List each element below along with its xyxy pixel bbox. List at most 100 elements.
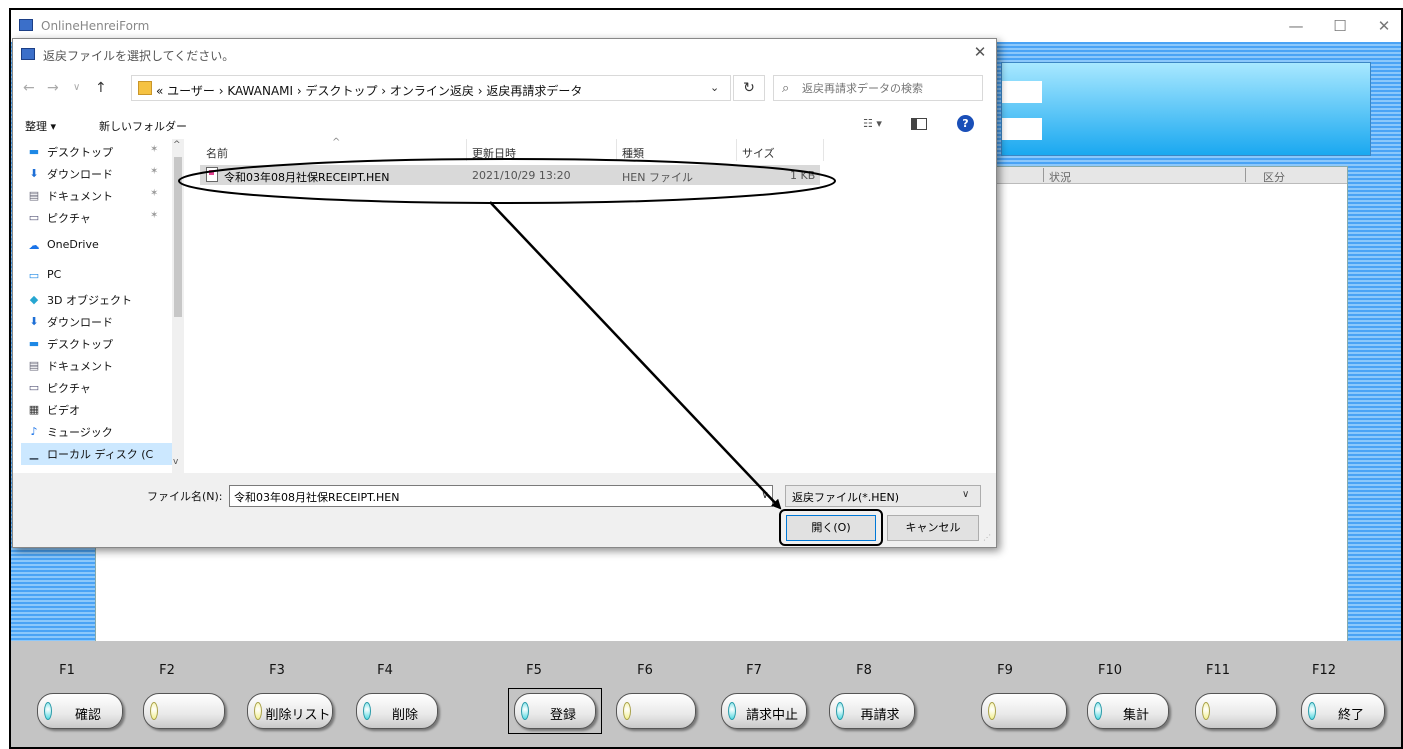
pin-icon: ✶ xyxy=(150,144,159,155)
refresh-button[interactable]: ↻ xyxy=(733,75,765,101)
file-modified: 2021/10/29 13:20 xyxy=(472,169,571,182)
file-list-header: 名前 ^ 更新日時 種類 サイズ xyxy=(184,137,996,161)
function-button[interactable]: 削除リスト xyxy=(247,693,333,729)
grid-header-category[interactable]: 区分 xyxy=(1263,169,1285,185)
focus-rectangle xyxy=(508,688,602,734)
nav-item[interactable]: ⬇ ダウンロード ✶ xyxy=(21,163,181,185)
nav-item[interactable]: ◆ 3D オブジェクト xyxy=(21,289,181,311)
file-icon xyxy=(206,167,218,182)
dialog-close-button[interactable]: ✕ xyxy=(968,43,992,63)
help-icon[interactable]: ? xyxy=(957,115,974,132)
maximize-button[interactable]: ☐ xyxy=(1325,16,1355,36)
nav-item[interactable]: ▬ デスクトップ xyxy=(21,333,181,355)
function-button[interactable]: 請求中止 xyxy=(721,693,807,729)
header-field-1[interactable] xyxy=(1002,81,1042,103)
pin-icon: ✶ xyxy=(150,188,159,199)
function-button-label: 請求中止 xyxy=(745,708,798,723)
function-key-label: F5 xyxy=(526,663,542,678)
function-key-bar: F1 確認 F2 F3 削除リスト F4 削除 F5 登録 F6 F7 請求中止 F8 再請求 F9 F10 集… xyxy=(11,641,1401,747)
scrollbar-thumb[interactable] xyxy=(174,157,182,317)
preview-pane-icon[interactable] xyxy=(911,118,927,130)
nav-item[interactable]: ☁ OneDrive xyxy=(21,235,181,257)
resize-grip-icon[interactable]: ⋰ xyxy=(983,533,993,543)
column-type[interactable]: 種類 xyxy=(622,145,644,161)
column-modified[interactable]: 更新日時 xyxy=(472,145,516,161)
function-button[interactable]: 削除 xyxy=(356,693,438,729)
nav-item[interactable]: ▭ ピクチャ xyxy=(21,377,181,399)
nav-item[interactable]: ⬇ ダウンロード xyxy=(21,311,181,333)
grid-column-divider xyxy=(1043,168,1044,182)
back-arrow-icon[interactable]: ← xyxy=(23,80,35,96)
filetype-select[interactable]: 返戻ファイル(*.HEN) ∨ xyxy=(785,485,981,507)
nav-item-label: ローカル ディスク (C xyxy=(47,448,154,461)
nav-item-label: 3D オブジェクト xyxy=(47,294,132,307)
header-field-2[interactable] xyxy=(1002,118,1042,140)
forward-arrow-icon[interactable]: → xyxy=(47,80,59,96)
nav-item[interactable]: ▭ PC xyxy=(21,265,181,287)
nav-item[interactable]: ▤ ドキュメント xyxy=(21,355,181,377)
function-button[interactable]: 終了 xyxy=(1301,693,1385,729)
recent-locations-icon[interactable]: ∨ xyxy=(73,82,80,93)
nav-item-label: ダウンロード xyxy=(47,168,113,181)
indicator-light-icon xyxy=(728,702,736,720)
minimize-button[interactable]: — xyxy=(1281,16,1311,36)
cube-icon: ◆ xyxy=(29,293,39,306)
file-size: 1 KB xyxy=(790,169,816,182)
file-list[interactable]: 名前 ^ 更新日時 種類 サイズ 令和03年08月社保RECEIPT.HEN 2… xyxy=(184,137,996,473)
address-bar[interactable]: « ユーザー › KAWANAMI › デスクトップ › オンライン返戻 › 返… xyxy=(131,75,731,101)
nav-item[interactable]: ♪ ミュージック xyxy=(21,421,181,443)
download-icon: ⬇ xyxy=(29,167,39,180)
app-icon xyxy=(19,19,33,31)
disk-icon: ▁ xyxy=(29,447,39,460)
filename-field[interactable]: 令和03年08月社保RECEIPT.HEN xyxy=(229,485,773,507)
view-options-icon[interactable]: ☷ ▾ xyxy=(863,117,885,131)
scroll-down-icon[interactable]: v xyxy=(173,457,178,467)
function-key-label: F12 xyxy=(1311,663,1337,678)
organize-button[interactable]: 整理 ▾ xyxy=(25,118,56,134)
nav-item[interactable]: ▁ ローカル ディスク (C xyxy=(21,443,181,465)
cancel-button[interactable]: キャンセル xyxy=(887,515,979,541)
search-input[interactable] xyxy=(800,78,978,98)
nav-item[interactable]: ▬ デスクトップ ✶ xyxy=(21,141,181,163)
function-button[interactable]: 確認 xyxy=(37,693,123,729)
function-button[interactable] xyxy=(616,693,696,729)
dialog-title-bar[interactable]: 返戻ファイルを選択してください。 ✕ xyxy=(13,39,996,69)
grid-column-divider xyxy=(1245,168,1246,182)
nav-item[interactable]: ▤ ドキュメント ✶ xyxy=(21,185,181,207)
navigation-scrollbar[interactable]: ^ v xyxy=(172,139,184,473)
chevron-down-icon[interactable]: ⌄ xyxy=(710,81,719,94)
function-key-label: F4 xyxy=(377,663,393,678)
filename-dropdown-icon[interactable]: ∨ xyxy=(757,486,773,506)
navigation-bar: ← → ∨ ↑ « ユーザー › KAWANAMI › デスクトップ › オンラ… xyxy=(13,69,996,109)
function-button[interactable] xyxy=(981,693,1067,729)
address-path[interactable]: « ユーザー › KAWANAMI › デスクトップ › オンライン返戻 › 返… xyxy=(156,82,582,99)
function-key-label: F10 xyxy=(1097,663,1123,678)
navigation-pane[interactable]: ▬ デスクトップ ✶ ⬇ ダウンロード ✶ ▤ ドキュメント ✶ ▭ ピクチャ ✶ ☁ OneDrive ▭… xyxy=(13,139,184,473)
search-box[interactable]: ⌕ xyxy=(773,75,983,101)
column-divider xyxy=(823,139,824,161)
nav-item-label: ドキュメント xyxy=(47,360,113,373)
indicator-light-icon xyxy=(1094,702,1102,720)
nav-item[interactable]: ▦ ビデオ xyxy=(21,399,181,421)
nav-item[interactable]: ▭ ピクチャ ✶ xyxy=(21,207,181,229)
grid-header-status[interactable]: 状況 xyxy=(1049,169,1071,185)
up-arrow-icon[interactable]: ↑ xyxy=(95,80,107,96)
column-name[interactable]: 名前 xyxy=(206,145,228,161)
function-button[interactable] xyxy=(1195,693,1277,729)
function-key-label: F2 xyxy=(159,663,175,678)
picture-icon: ▭ xyxy=(28,381,40,394)
close-button[interactable]: ✕ xyxy=(1369,16,1399,36)
file-row[interactable]: 令和03年08月社保RECEIPT.HEN 2021/10/29 13:20 H… xyxy=(200,165,820,185)
function-button[interactable] xyxy=(143,693,225,729)
function-button[interactable]: 集計 xyxy=(1087,693,1169,729)
desktop-icon: ▬ xyxy=(28,145,40,158)
function-key-label: F3 xyxy=(269,663,285,678)
filename-value[interactable]: 令和03年08月社保RECEIPT.HEN xyxy=(234,489,399,505)
scroll-up-icon[interactable]: ^ xyxy=(173,140,181,150)
new-folder-button[interactable]: 新しいフォルダー xyxy=(99,118,187,134)
function-button[interactable]: 再請求 xyxy=(829,693,915,729)
column-size[interactable]: サイズ xyxy=(742,145,775,161)
function-key-label: F8 xyxy=(856,663,872,678)
command-bar: 整理 ▾ 新しいフォルダー ☷ ▾ ? xyxy=(13,109,996,139)
desktop-icon: ▬ xyxy=(28,337,40,350)
